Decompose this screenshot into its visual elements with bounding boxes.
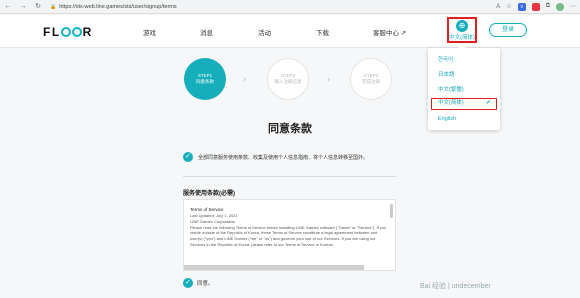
language-dropdown: 한국어 日本語 中文(繁體) 中文(简体) ✔ English [428, 44, 500, 130]
step-label: 输入注册信息 [274, 79, 302, 84]
tos-textbox[interactable]: Terms of Service Last Updated: July 1, 2… [183, 199, 396, 271]
floor-logo[interactable]: FL R [43, 25, 93, 39]
reload-icon[interactable]: ↻ [34, 2, 42, 12]
browser-toolbar: ← → ↻ 🔒 https://sts-web.line.games/sts/u… [0, 0, 580, 14]
logo-o-ring [72, 27, 83, 37]
check-circle-icon: ✓ [183, 152, 193, 162]
profile-avatar[interactable] [556, 2, 564, 11]
watermark: Bai 经验 | undecember [420, 283, 491, 290]
checkmark-icon: ✔ [485, 100, 491, 106]
browser-tools: A ☆ v ⧉ ⋯ [496, 2, 576, 11]
more-icon[interactable]: ⋯ [570, 3, 576, 10]
step-label: 完成注册 [362, 79, 380, 84]
divider [183, 176, 396, 177]
menu-games[interactable]: 游戏 [143, 27, 156, 37]
tos-scrollbar[interactable] [390, 204, 393, 218]
tos-section-title: 服务使用条款(必需) [183, 191, 235, 197]
menu-download[interactable]: 下载 [316, 27, 329, 37]
lock-icon: 🔒 [50, 3, 57, 10]
tos-body: Please read the following Terms of Servi… [190, 224, 387, 247]
chevron-right-icon: › [243, 74, 246, 84]
read-aloud-icon[interactable]: A [496, 4, 500, 10]
lang-option-japanese[interactable]: 日本語 [438, 70, 455, 78]
forward-icon[interactable]: → [19, 2, 27, 12]
lang-option-label: 中文(简体) [438, 100, 464, 106]
step-2: STEP2 输入注册信息 [267, 58, 309, 100]
collections-icon[interactable]: ⧉ [546, 3, 550, 10]
menu-support[interactable]: 客服中心 ↗ [373, 27, 406, 37]
tos-horizontal-scrollbar[interactable] [184, 265, 364, 270]
login-button[interactable]: 登录 [489, 23, 527, 37]
language-button[interactable]: ⊕ 中文(简体) [447, 17, 477, 43]
check-circle-icon: ✓ [183, 278, 193, 288]
lang-option-simplified-chinese[interactable]: 中文(简体) ✔ [431, 98, 497, 110]
extension-red-icon[interactable] [531, 2, 540, 11]
lang-option-traditional-chinese[interactable]: 中文(繁體) [438, 85, 464, 93]
menu-events[interactable]: 活动 [258, 27, 271, 37]
page-title: 同意条款 [268, 123, 312, 135]
dropdown-caret [458, 44, 466, 48]
site-header: FL R 游戏 消息 活动 下载 客服中心 ↗ ⊕ 中文(简体) 登录 [0, 15, 580, 48]
agree-all-label: 全部同意服务使用条款、收集及使用个人信息指南、将个人信息转移至国外。 [198, 154, 369, 161]
menu-news[interactable]: 消息 [200, 27, 213, 37]
chevron-right-icon: › [327, 74, 330, 84]
step-3: STEP3 完成注册 [350, 58, 392, 100]
agree-all-checkbox[interactable]: ✓ 全部同意服务使用条款、收集及使用个人信息指南、将个人信息转移至国外。 [183, 152, 368, 162]
agree-tos-checkbox[interactable]: ✓ 同意。 [183, 278, 214, 288]
favorite-icon[interactable]: ☆ [506, 3, 511, 10]
address-bar[interactable]: 🔒 https://sts-web.line.games/sts/user/si… [50, 4, 177, 10]
step-1: STEP1 同意条款 [184, 58, 226, 100]
step-label: 同意条款 [196, 79, 214, 84]
globe-icon: ⊕ [456, 19, 468, 32]
browser-nav: ← → ↻ [4, 2, 42, 12]
extension-icon[interactable]: v [517, 2, 526, 11]
lang-option-korean[interactable]: 한국어 [438, 55, 453, 63]
url-text: https://sts-web.line.games/sts/user/sign… [59, 3, 177, 10]
language-label: 中文(简体) [449, 34, 475, 41]
agree-label: 同意。 [197, 281, 214, 287]
logo-o-ring [61, 27, 72, 37]
back-icon[interactable]: ← [4, 2, 12, 12]
